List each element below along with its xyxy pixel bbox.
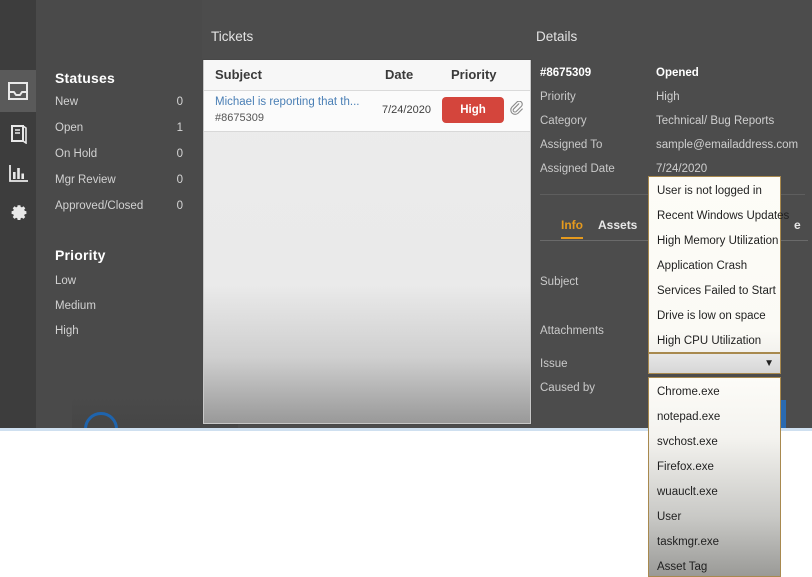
status-badge[interactable]: High xyxy=(442,97,504,123)
ticket-number: #8675309 xyxy=(215,112,264,124)
table-row[interactable]: Michael is reporting that th... #8675309… xyxy=(204,91,530,132)
inbox-icon[interactable] xyxy=(0,70,36,112)
dropdown-option[interactable]: wuauclt.exe xyxy=(657,486,718,498)
status-count: 0 xyxy=(177,174,183,186)
field-label-caused-by: Caused by xyxy=(540,382,595,394)
field-label-attachments: Attachments xyxy=(540,325,604,337)
sidebar-item-priority-high[interactable]: High xyxy=(55,325,79,337)
detail-value-assigned-to: sample@emailaddress.com xyxy=(656,139,798,151)
dropdown-option[interactable]: Chrome.exe xyxy=(657,386,720,398)
settings-gear-icon[interactable] xyxy=(0,192,36,234)
detail-value-priority: High xyxy=(656,91,680,103)
detail-ticket-number: #8675309 xyxy=(540,67,591,79)
status-label: On Hold xyxy=(55,148,97,160)
tab-assets[interactable]: Assets xyxy=(598,218,637,237)
reports-chart-icon[interactable] xyxy=(0,152,36,194)
tab-more[interactable]: e xyxy=(794,218,801,237)
sidebar-item-new[interactable]: New 0 xyxy=(55,96,183,112)
sidebar-item-priority-low[interactable]: Low xyxy=(55,275,76,287)
detail-value-assigned-date: 7/24/2020 xyxy=(656,163,707,175)
issue-dropdown-list[interactable]: User is not logged in Recent Windows Upd… xyxy=(648,176,781,353)
field-label-issue: Issue xyxy=(540,358,568,370)
dropdown-option[interactable]: Asset Tag xyxy=(657,561,707,573)
dropdown-option[interactable]: Recent Windows Updates xyxy=(657,210,789,222)
status-count: 0 xyxy=(177,96,183,108)
status-label: New xyxy=(55,96,78,108)
tab-info[interactable]: Info xyxy=(561,218,583,239)
status-label: Mgr Review xyxy=(55,174,116,186)
dropdown-option[interactable]: taskmgr.exe xyxy=(657,536,719,548)
status-count: 0 xyxy=(177,148,183,160)
nav-panel: Statuses New 0 Open 1 On Hold 0 Mgr Revi… xyxy=(36,0,202,431)
detail-label-category: Category xyxy=(540,115,587,127)
dropdown-option[interactable]: Drive is low on space xyxy=(657,310,766,322)
field-label-subject: Subject xyxy=(540,276,578,288)
caused-by-dropdown-list[interactable]: Chrome.exe notepad.exe svchost.exe Firef… xyxy=(648,377,781,577)
sidebar-item-priority-medium[interactable]: Medium xyxy=(55,300,96,312)
status-label: Approved/Closed xyxy=(55,200,143,212)
detail-label-assigned-to: Assigned To xyxy=(540,139,602,151)
issue-select[interactable]: ▼ xyxy=(648,353,781,374)
detail-label-assigned-date: Assigned Date xyxy=(540,163,615,175)
ticket-subject-link[interactable]: Michael is reporting that th... xyxy=(215,96,380,108)
status-count: 0 xyxy=(177,200,183,212)
chevron-down-icon[interactable]: ▼ xyxy=(764,358,774,369)
dropdown-option[interactable]: High Memory Utilization xyxy=(657,235,778,247)
sidebar-item-on-hold[interactable]: On Hold 0 xyxy=(55,148,183,164)
column-header-date[interactable]: Date xyxy=(385,67,413,82)
detail-label-priority: Priority xyxy=(540,91,576,103)
dropdown-option[interactable]: High CPU Utilization xyxy=(657,335,761,347)
icon-rail xyxy=(0,0,36,431)
dropdown-option[interactable]: notepad.exe xyxy=(657,411,720,423)
dropdown-option[interactable]: User xyxy=(657,511,681,523)
sidebar-item-approved-closed[interactable]: Approved/Closed 0 xyxy=(55,200,183,216)
status-count: 1 xyxy=(177,122,183,134)
detail-status: Opened xyxy=(656,67,699,79)
ticket-date: 7/24/2020 xyxy=(382,104,431,116)
tickets-title: Tickets xyxy=(211,29,253,44)
dropdown-option[interactable]: User is not logged in xyxy=(657,185,762,197)
dropdown-option[interactable]: Services Failed to Start xyxy=(657,285,776,297)
status-label: Open xyxy=(55,122,83,134)
dropdown-option[interactable]: Application Crash xyxy=(657,260,747,272)
paperclip-icon[interactable] xyxy=(510,101,525,123)
app-root: Statuses New 0 Open 1 On Hold 0 Mgr Revi… xyxy=(0,0,812,577)
sidebar-item-mgr-review[interactable]: Mgr Review 0 xyxy=(55,174,183,190)
dropdown-option[interactable]: Firefox.exe xyxy=(657,461,714,473)
sidebar-item-open[interactable]: Open 1 xyxy=(55,122,183,138)
priority-heading: Priority xyxy=(55,247,106,263)
tickets-list: Subject Date Priority Michael is reporti… xyxy=(203,60,531,424)
statuses-heading: Statuses xyxy=(55,70,115,86)
detail-value-category: Technical/ Bug Reports xyxy=(656,115,774,127)
knowledge-base-icon[interactable] xyxy=(0,112,36,154)
tickets-header-row: Subject Date Priority xyxy=(204,60,530,91)
column-header-priority[interactable]: Priority xyxy=(451,67,497,82)
dropdown-option[interactable]: svchost.exe xyxy=(657,436,718,448)
column-header-subject[interactable]: Subject xyxy=(215,67,262,82)
